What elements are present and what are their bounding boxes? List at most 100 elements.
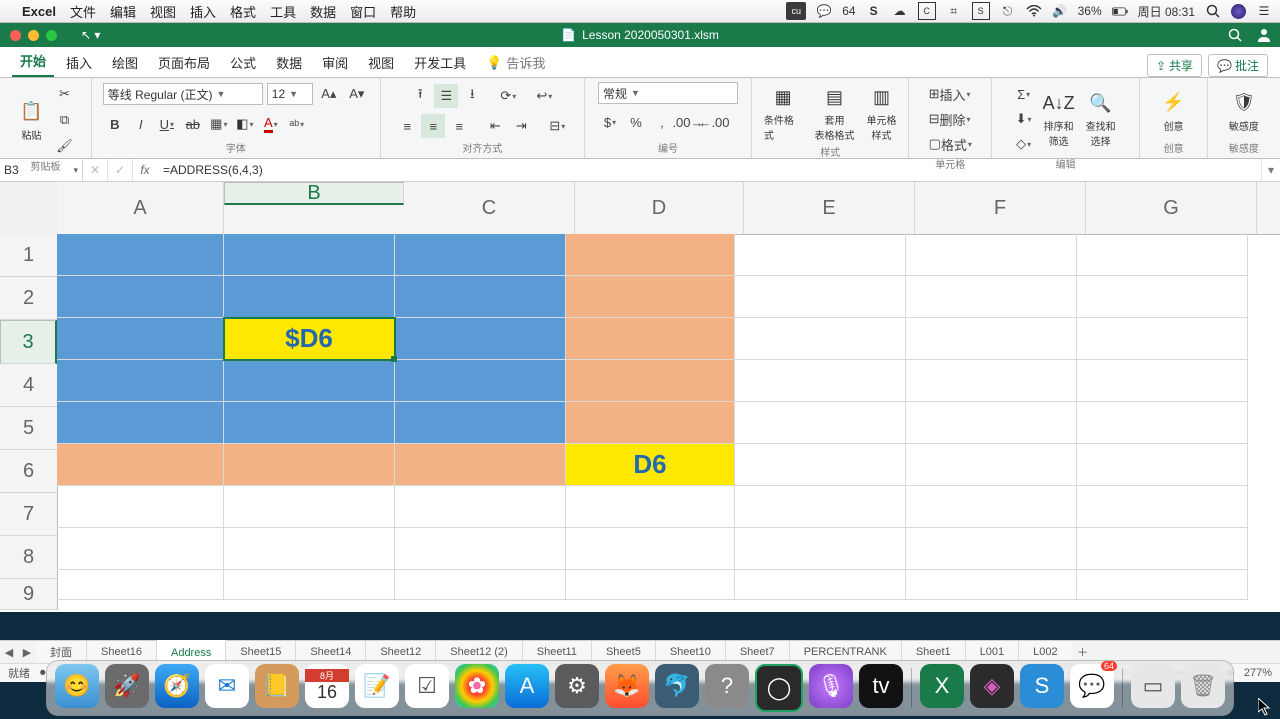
cell-c4[interactable] <box>395 360 566 402</box>
menu-insert[interactable]: 插入 <box>190 2 216 21</box>
dock-recent[interactable]: ▭ <box>1131 664 1175 708</box>
cell-a3[interactable] <box>57 318 224 360</box>
cloud-icon[interactable]: ☁︎ <box>892 3 908 19</box>
align-middle-button[interactable]: ☰ <box>434 84 458 108</box>
cell-e3[interactable] <box>735 318 906 360</box>
merge-button[interactable]: ⊟▾ <box>545 114 569 138</box>
col-header-c[interactable]: C <box>404 182 575 234</box>
cell-d4[interactable] <box>566 360 735 402</box>
cell-b9[interactable] <box>224 570 395 600</box>
enter-formula-button[interactable]: ✓ <box>108 159 133 181</box>
font-color-button[interactable]: A▾ <box>259 112 283 136</box>
cell-d9[interactable] <box>566 570 735 600</box>
zoom-window-button[interactable] <box>46 30 57 41</box>
cell-e1[interactable] <box>735 234 906 276</box>
decrease-indent-button[interactable]: ⇤ <box>483 114 507 138</box>
increase-font-button[interactable]: A▴ <box>317 82 341 106</box>
col-header-b[interactable]: B <box>224 182 404 205</box>
grid-icon[interactable]: ⌗ <box>946 3 962 19</box>
cell-c3[interactable] <box>395 318 566 360</box>
bluetooth-icon[interactable]: ⎋ <box>1000 3 1016 19</box>
macro-record-icon[interactable]: ⏺ <box>40 667 46 680</box>
menu-window[interactable]: 窗口 <box>350 2 376 21</box>
cell-a2[interactable] <box>57 276 224 318</box>
tab-data[interactable]: 数据 <box>268 47 310 77</box>
tab-layout[interactable]: 页面布局 <box>150 47 218 77</box>
tab-insert[interactable]: 插入 <box>58 47 100 77</box>
cell-a1[interactable] <box>57 234 224 276</box>
tab-draw[interactable]: 绘图 <box>104 47 146 77</box>
dock-help[interactable]: ? <box>705 664 749 708</box>
find-select-button[interactable]: 🔍查找和 选择 <box>1082 88 1120 150</box>
cell-f4[interactable] <box>906 360 1077 402</box>
cell-b1[interactable] <box>224 234 395 276</box>
cell-f9[interactable] <box>906 570 1077 600</box>
cell-g7[interactable] <box>1077 486 1248 528</box>
fill-button[interactable]: ⬇▾ <box>1012 107 1036 131</box>
sheet-nav-prev[interactable]: ◀ <box>0 641 18 663</box>
cell-b7[interactable] <box>224 486 395 528</box>
cell-b4[interactable] <box>224 360 395 402</box>
col-header-d[interactable]: D <box>575 182 744 234</box>
cell-g8[interactable] <box>1077 528 1248 570</box>
conditional-formatting-button[interactable]: ▦条件格式 <box>760 82 807 144</box>
cell-d2[interactable] <box>566 276 735 318</box>
row-header-5[interactable]: 5 <box>0 407 57 450</box>
row-header-8[interactable]: 8 <box>0 536 57 579</box>
menu-data[interactable]: 数据 <box>310 2 336 21</box>
cell-b5[interactable] <box>224 402 395 444</box>
cell-f2[interactable] <box>906 276 1077 318</box>
row-header-9[interactable]: 9 <box>0 579 57 610</box>
dock-podcasts[interactable]: 🎙 <box>809 664 853 708</box>
dock-safari[interactable]: 🧭 <box>155 664 199 708</box>
cell-a7[interactable] <box>57 486 224 528</box>
cell-g4[interactable] <box>1077 360 1248 402</box>
cell-f8[interactable] <box>906 528 1077 570</box>
menu-tools[interactable]: 工具 <box>270 2 296 21</box>
cell-c6[interactable] <box>395 444 566 486</box>
dock-photos[interactable]: ✿ <box>455 664 499 708</box>
dock-mysql[interactable]: 🐬 <box>655 664 699 708</box>
sq-icon[interactable]: S <box>972 2 990 20</box>
ime-icon[interactable]: cu <box>786 2 806 20</box>
cell-f1[interactable] <box>906 234 1077 276</box>
col-header-g[interactable]: G <box>1086 182 1257 234</box>
phonetic-button[interactable]: ᵃᵇ▾ <box>285 112 309 136</box>
cell-e8[interactable] <box>735 528 906 570</box>
cell-g1[interactable] <box>1077 234 1248 276</box>
wrap-text-button[interactable]: ↩▾ <box>532 84 556 108</box>
fx-icon[interactable]: fx <box>133 159 157 181</box>
align-bottom-button[interactable]: ⭳ <box>460 84 484 108</box>
user-icon[interactable] <box>1256 28 1272 42</box>
increase-indent-button[interactable]: ⇥ <box>509 114 533 138</box>
copy-button[interactable]: ⧉ <box>52 108 76 132</box>
cell-d6[interactable]: D6 <box>566 444 735 486</box>
cell-e4[interactable] <box>735 360 906 402</box>
font-name-select[interactable]: 等线 Regular (正文)▼ <box>103 83 263 105</box>
sort-filter-button[interactable]: A↓Z排序和 筛选 <box>1040 88 1078 150</box>
row-header-3[interactable]: 3 <box>0 320 57 364</box>
align-right-button[interactable]: ≡ <box>447 114 471 138</box>
decrease-decimal-button[interactable]: ←.00 <box>702 110 726 134</box>
row-header-7[interactable]: 7 <box>0 493 57 536</box>
share-button[interactable]: ⇪共享 <box>1147 54 1202 77</box>
cell-g3[interactable] <box>1077 318 1248 360</box>
dock-trash[interactable]: 🗑 <box>1181 664 1225 708</box>
cell-d3[interactable] <box>566 318 735 360</box>
worksheet-grid[interactable]: A B C D E F G 1 2 3 4 5 6 7 8 9 <box>0 182 1280 612</box>
cell-e6[interactable] <box>735 444 906 486</box>
row-header-4[interactable]: 4 <box>0 364 57 407</box>
dock-notes[interactable]: 📝 <box>355 664 399 708</box>
col-header-e[interactable]: E <box>744 182 915 234</box>
delete-cells-button[interactable]: ⊟ 删除▾ <box>924 107 976 131</box>
col-header-a[interactable]: A <box>57 182 224 234</box>
spotlight-icon[interactable] <box>1205 3 1221 19</box>
cell-g6[interactable] <box>1077 444 1248 486</box>
wechat-menubar-icon[interactable]: 💬 <box>816 3 832 19</box>
cut-button[interactable]: ✂︎ <box>52 82 76 106</box>
cell-d1[interactable] <box>566 234 735 276</box>
clear-button[interactable]: ◇▾ <box>1012 132 1036 156</box>
app-name[interactable]: Excel <box>22 4 56 19</box>
cell-c7[interactable] <box>395 486 566 528</box>
paste-button[interactable]: 📋 粘贴 <box>14 97 48 144</box>
